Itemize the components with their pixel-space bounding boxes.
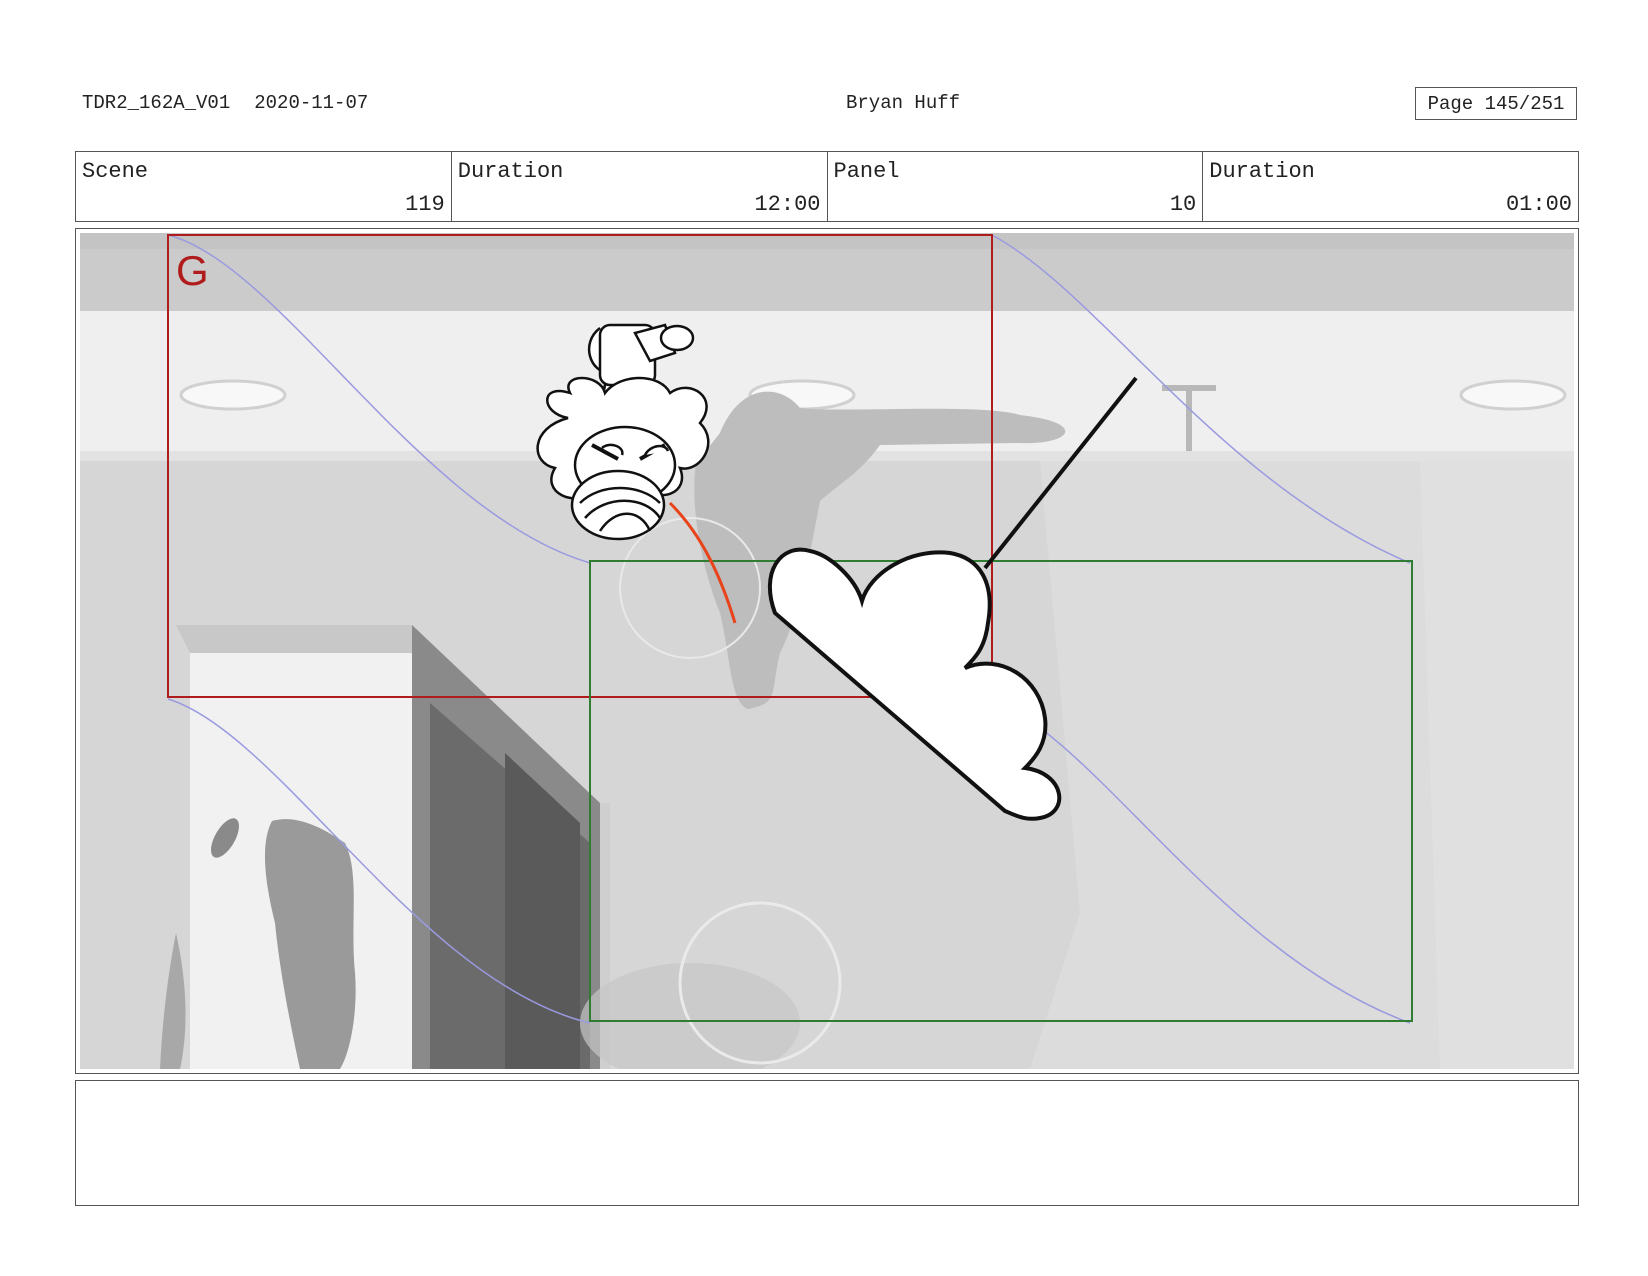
panel-value: 10	[1169, 192, 1197, 217]
scene-duration-cell: Duration 12:00	[452, 152, 828, 221]
ceiling-band	[80, 249, 1574, 311]
scene-label: Scene	[82, 159, 149, 184]
panel-label: Panel	[833, 159, 900, 184]
ceiling-light	[179, 379, 287, 411]
artist-name: Bryan Huff	[846, 92, 961, 114]
panel-artwork: G	[80, 233, 1574, 1069]
panel-duration-label: Duration	[1209, 159, 1315, 184]
panel-duration-cell: Duration 01:00	[1203, 152, 1578, 221]
notes-box[interactable]	[75, 1080, 1579, 1206]
info-table: Scene 119 Duration 12:00 Panel 10 Durati…	[75, 151, 1579, 222]
scene-cell: Scene 119	[76, 152, 452, 221]
ceiling-light	[1459, 379, 1567, 411]
page-number: Page 145/251	[1427, 92, 1565, 115]
scene-duration-label: Duration	[457, 159, 564, 184]
panel-duration-value: 01:00	[1505, 192, 1572, 217]
page-indicator: Page 145/251	[1415, 87, 1577, 120]
storyboard-panel: G	[75, 228, 1579, 1074]
scene-duration-value: 12:00	[754, 192, 821, 217]
scene-value: 119	[405, 192, 445, 217]
header-date: 2020-11-07	[254, 92, 369, 114]
camera-start-label: G	[176, 247, 209, 294]
file-name: TDR2_162A_V01	[82, 92, 231, 114]
panel-cell: Panel 10	[828, 152, 1204, 221]
header-left: TDR2_162A_V01 2020-11-07	[82, 92, 392, 114]
